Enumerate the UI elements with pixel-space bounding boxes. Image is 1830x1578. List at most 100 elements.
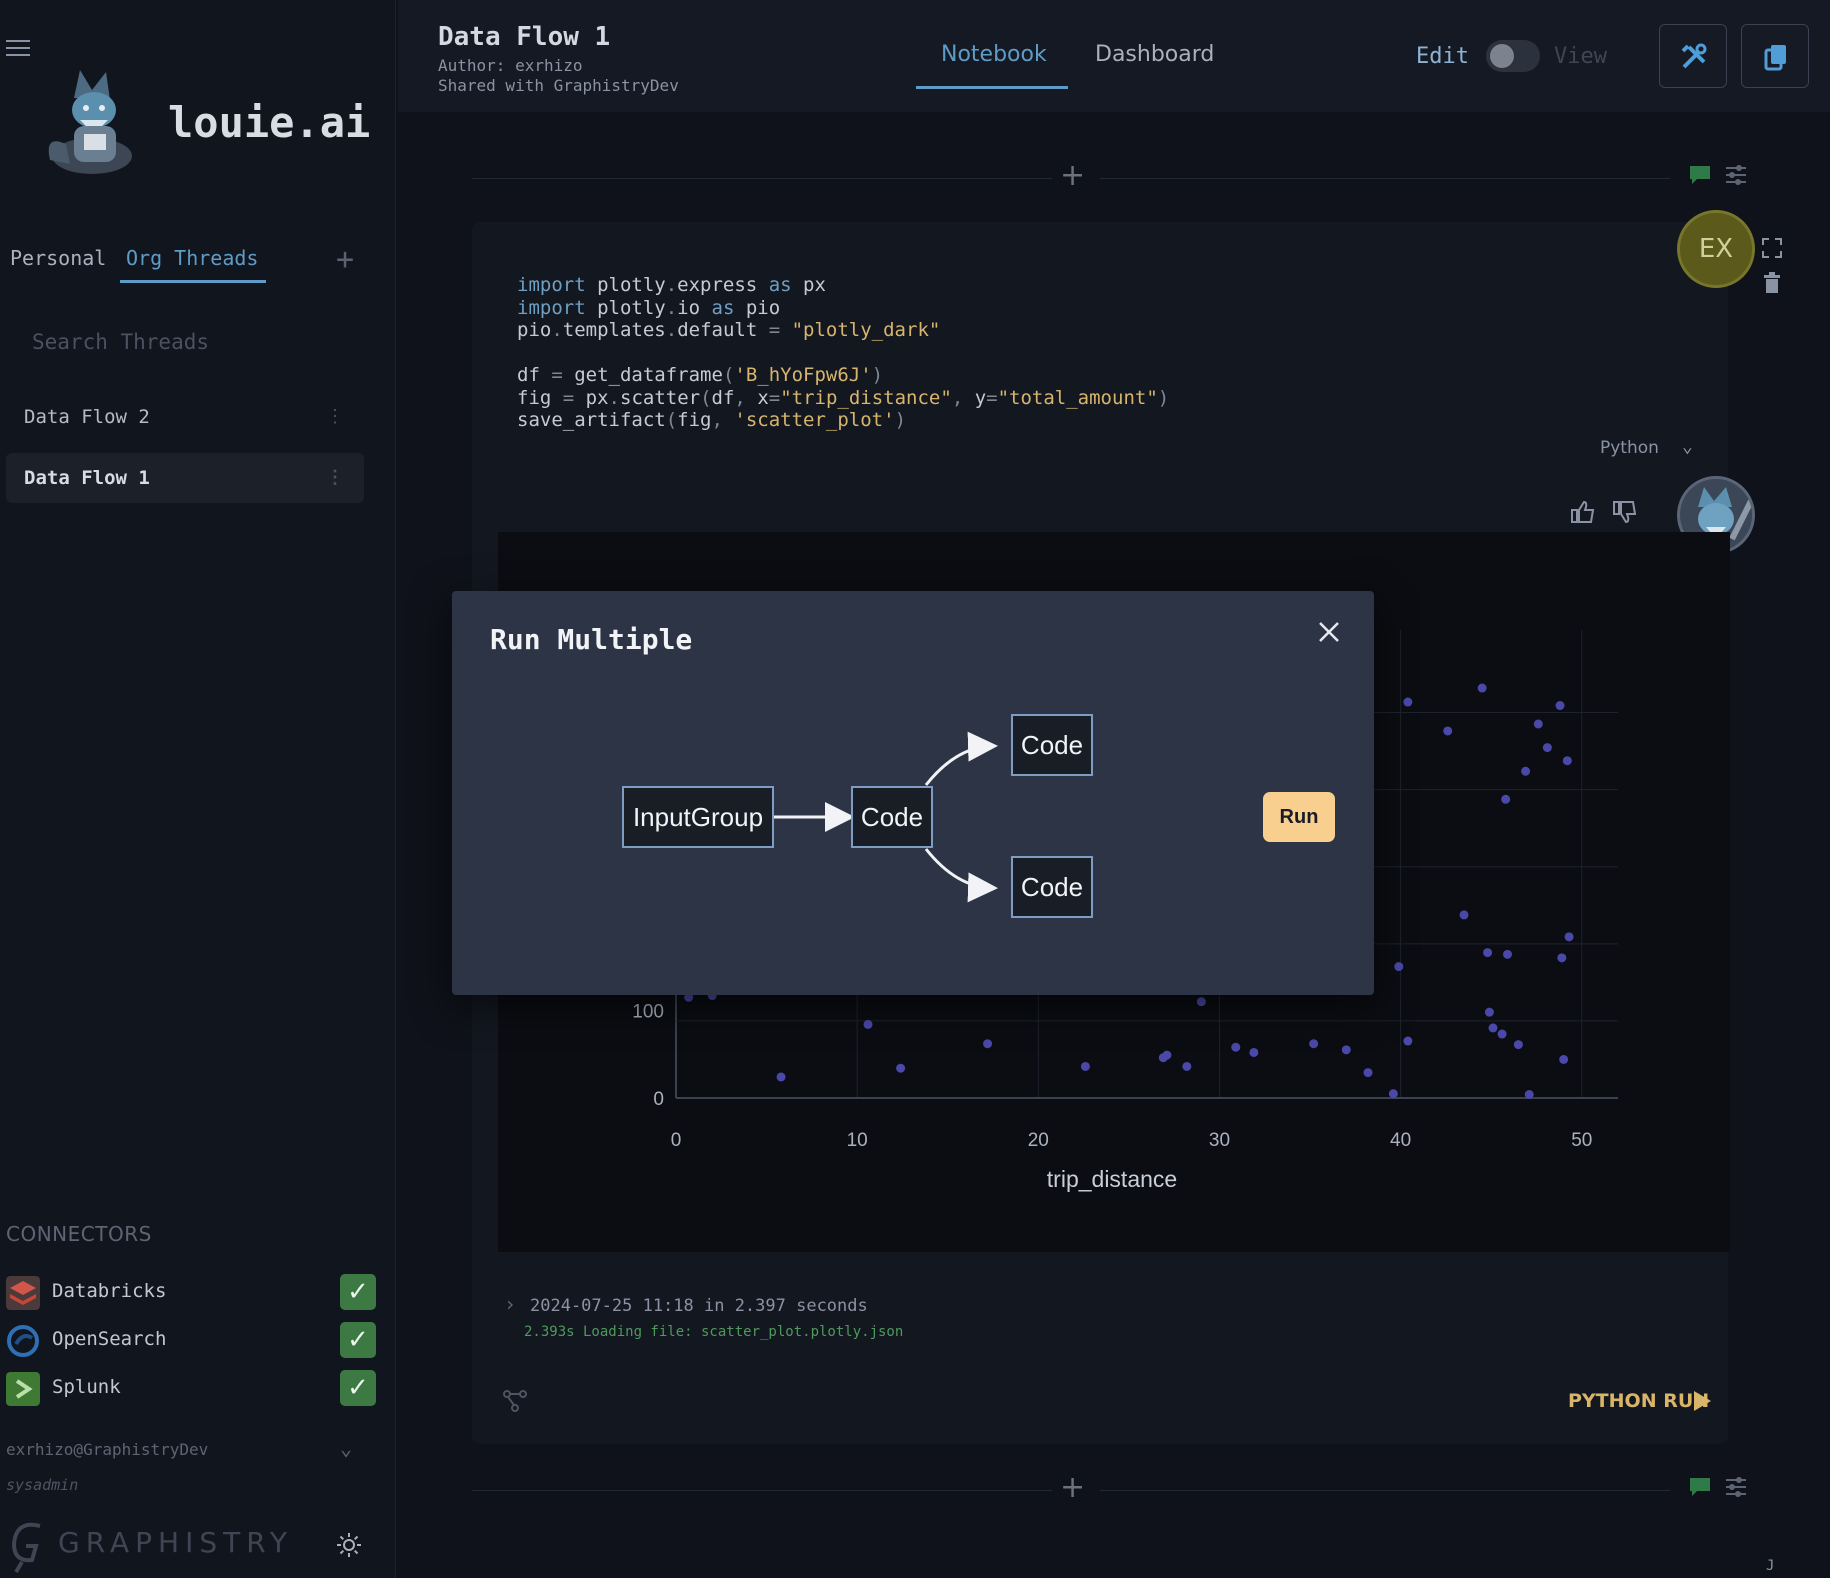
scatter-point[interactable] bbox=[1484, 1007, 1494, 1017]
scatter-point[interactable] bbox=[1443, 726, 1453, 736]
edit-view-toggle[interactable] bbox=[1486, 40, 1540, 72]
new-thread-plus-icon[interactable]: + bbox=[336, 242, 354, 277]
thumbs-down-icon[interactable] bbox=[1612, 500, 1638, 524]
language-select[interactable]: Python bbox=[1600, 438, 1659, 458]
user-email[interactable]: exrhizo@GraphistryDev bbox=[6, 1440, 208, 1459]
scatter-point[interactable] bbox=[1502, 949, 1512, 959]
y-tick-label: 100 bbox=[632, 1001, 664, 1022]
scatter-point[interactable] bbox=[1477, 683, 1487, 693]
thumbs-up-icon[interactable] bbox=[1570, 500, 1596, 524]
thread-tabs: Personal Org Threads + bbox=[10, 242, 370, 286]
x-tick-label: 40 bbox=[1390, 1130, 1411, 1151]
scatter-point[interactable] bbox=[983, 1039, 993, 1049]
x-tick-label: 50 bbox=[1571, 1130, 1592, 1151]
chevron-down-icon[interactable]: ⌄ bbox=[340, 1436, 352, 1460]
kebab-menu-icon[interactable]: ⋮ bbox=[326, 467, 344, 488]
scatter-point[interactable] bbox=[1459, 910, 1469, 920]
scatter-point[interactable] bbox=[1521, 766, 1531, 776]
scatter-point[interactable] bbox=[776, 1072, 786, 1082]
flow-graph-icon[interactable] bbox=[502, 1388, 528, 1414]
scatter-point[interactable] bbox=[1363, 1068, 1373, 1078]
scatter-point[interactable] bbox=[1080, 1061, 1090, 1071]
tools-icon bbox=[1681, 43, 1707, 69]
scatter-point[interactable] bbox=[1231, 1042, 1241, 1052]
python-run-button[interactable]: PYTHON RUN bbox=[1568, 1390, 1709, 1412]
connector-databricks[interactable]: Databricks ✓ bbox=[6, 1274, 376, 1310]
scatter-point[interactable] bbox=[1341, 1045, 1351, 1055]
scatter-point[interactable] bbox=[1483, 948, 1493, 958]
scatter-point[interactable] bbox=[863, 1019, 873, 1029]
notebook-header: Data Flow 1 Author: exrhizo Shared with … bbox=[398, 0, 1830, 112]
connector-opensearch[interactable]: OpenSearch ✓ bbox=[6, 1322, 376, 1358]
run-button[interactable]: Run bbox=[1263, 792, 1335, 842]
chevron-down-icon[interactable]: ⌄ bbox=[1682, 436, 1693, 457]
scatter-point[interactable] bbox=[1196, 997, 1206, 1007]
thread-label: Data Flow 1 bbox=[24, 467, 150, 489]
cell-divider bbox=[1100, 178, 1670, 179]
graphistry-wordmark: GRAPHISTRY bbox=[58, 1526, 294, 1559]
settings-sliders-icon[interactable] bbox=[1724, 164, 1748, 186]
tab-notebook[interactable]: Notebook bbox=[941, 42, 1047, 67]
search-threads-input[interactable] bbox=[12, 320, 362, 364]
scatter-point[interactable] bbox=[1403, 1036, 1413, 1046]
copy-button[interactable] bbox=[1741, 24, 1809, 88]
hamburger-menu-icon[interactable] bbox=[6, 40, 30, 58]
scatter-point[interactable] bbox=[1394, 962, 1404, 972]
scatter-point[interactable] bbox=[1162, 1050, 1172, 1060]
tab-dashboard[interactable]: Dashboard bbox=[1095, 42, 1214, 67]
trash-icon[interactable] bbox=[1763, 272, 1781, 294]
scatter-point[interactable] bbox=[1488, 1023, 1498, 1033]
sun-icon[interactable] bbox=[336, 1532, 362, 1558]
code-editor[interactable]: import plotly.express as px import plotl… bbox=[517, 274, 1169, 432]
flow-node-inputgroup[interactable]: InputGroup bbox=[622, 786, 774, 848]
scatter-point[interactable] bbox=[1533, 719, 1543, 729]
scatter-point[interactable] bbox=[1249, 1047, 1259, 1057]
tab-org-threads[interactable]: Org Threads bbox=[126, 246, 258, 270]
run-multiple-modal: Run Multiple InputGroup Code Code Code R… bbox=[452, 591, 1374, 995]
scatter-point[interactable] bbox=[1501, 794, 1511, 804]
graphistry-logo-icon bbox=[11, 1522, 41, 1574]
flow-node-code[interactable]: Code bbox=[1011, 714, 1093, 776]
checkmark-icon[interactable]: ✓ bbox=[340, 1274, 376, 1310]
tools-button[interactable] bbox=[1659, 24, 1727, 88]
scatter-point[interactable] bbox=[1555, 701, 1565, 711]
add-cell-plus-icon[interactable]: + bbox=[1060, 1470, 1085, 1505]
kebab-menu-icon[interactable]: ⋮ bbox=[326, 406, 344, 427]
scatter-point[interactable] bbox=[896, 1063, 906, 1073]
scatter-point[interactable] bbox=[1557, 953, 1567, 963]
expand-icon[interactable] bbox=[1762, 238, 1782, 258]
databricks-icon bbox=[6, 1276, 40, 1310]
checkmark-icon[interactable]: ✓ bbox=[340, 1322, 376, 1358]
scatter-point[interactable] bbox=[1524, 1089, 1534, 1099]
chevron-right-icon[interactable]: › bbox=[504, 1292, 516, 1316]
flow-node-code[interactable]: Code bbox=[1011, 856, 1093, 918]
comment-icon[interactable] bbox=[1688, 1476, 1712, 1498]
checkmark-icon[interactable]: ✓ bbox=[340, 1370, 376, 1406]
settings-sliders-icon[interactable] bbox=[1724, 1476, 1748, 1498]
scatter-point[interactable] bbox=[1564, 932, 1574, 942]
scatter-point[interactable] bbox=[1388, 1089, 1398, 1099]
play-icon[interactable] bbox=[1692, 1390, 1712, 1412]
scatter-point[interactable] bbox=[1562, 756, 1572, 766]
scatter-point[interactable] bbox=[1559, 1054, 1569, 1064]
thread-item-active[interactable]: Data Flow 1 ⋮ bbox=[6, 453, 364, 503]
scatter-point[interactable] bbox=[1403, 697, 1413, 707]
flow-node-code[interactable]: Code bbox=[851, 786, 933, 848]
scatter-point[interactable] bbox=[1513, 1040, 1523, 1050]
author-line: Author: exrhizo bbox=[438, 56, 583, 75]
scatter-point[interactable] bbox=[1182, 1061, 1192, 1071]
comment-icon[interactable] bbox=[1688, 164, 1712, 186]
connector-splunk[interactable]: Splunk ✓ bbox=[6, 1370, 376, 1406]
scatter-point[interactable] bbox=[1542, 743, 1552, 753]
tab-personal[interactable]: Personal bbox=[10, 246, 106, 270]
add-cell-plus-icon[interactable]: + bbox=[1060, 158, 1085, 193]
active-tab-underline bbox=[916, 86, 1068, 89]
page-marker: J bbox=[1766, 1558, 1775, 1574]
splunk-icon bbox=[6, 1372, 40, 1406]
connector-label: OpenSearch bbox=[52, 1328, 167, 1350]
thread-item[interactable]: Data Flow 2 ⋮ bbox=[6, 392, 364, 442]
copy-icon bbox=[1764, 45, 1786, 71]
scatter-point[interactable] bbox=[1309, 1039, 1319, 1049]
sidebar: louie.ai Personal Org Threads + Data Flo… bbox=[0, 0, 396, 1578]
scatter-point[interactable] bbox=[1497, 1029, 1507, 1039]
